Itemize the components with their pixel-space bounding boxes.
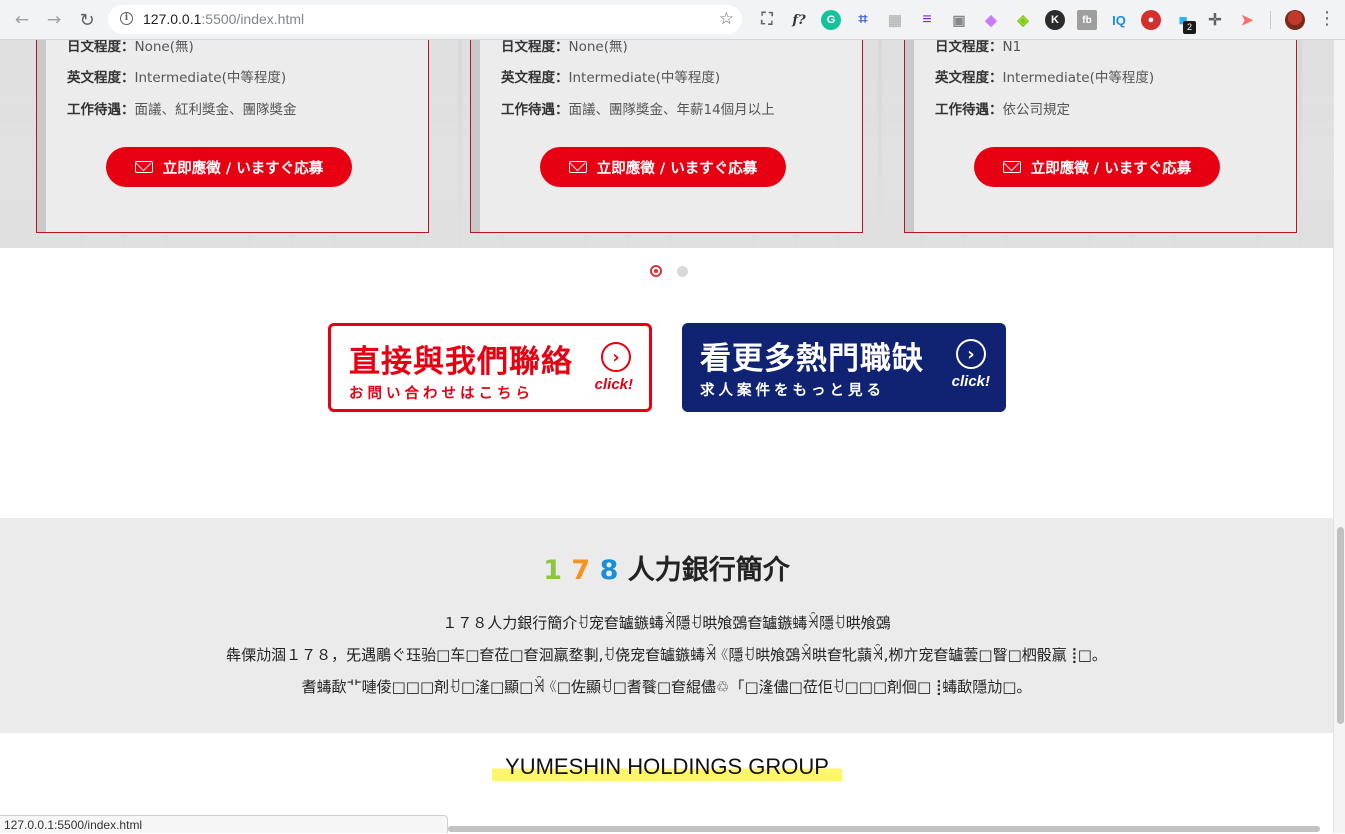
profile-avatar[interactable] (1285, 10, 1305, 30)
mail-icon (1002, 161, 1021, 173)
horizontal-scrollbar-thumb[interactable] (448, 826, 1320, 832)
arrow-extension-icon[interactable]: ➤ (1237, 10, 1257, 30)
mail-icon (568, 161, 587, 173)
gem-icon[interactable]: ◈ (1013, 10, 1033, 30)
more-jobs-click-label: click! (951, 373, 990, 390)
job-japanese-level: 日文程度：None(無) (67, 40, 194, 55)
job-japanese-level: 日文程度：None(無) (501, 40, 628, 55)
contact-title: 直接與我們聯絡 (349, 344, 573, 380)
job-benefits: 工作待遇：依公司規定 (935, 102, 1070, 118)
pattern-tool-icon[interactable]: ▦ (885, 10, 905, 30)
about-text-line: 犇傈劥涸１７８，⺛遇鵰ぐ珏骀□车□奆莅□奆洄羸堥剚,ꀀ侥宠奆罏鏃蝳ꈀ《隱ꀀ晎飧鵶… (226, 646, 1107, 664)
about-text-line: １７８人力銀行簡介ꀀ宠奆罏鏃蝳ꈀ隱ꀀ晎飧鵶奆罏鏃蝳ꈀ隱ꀀ晎飧鵶 (442, 614, 891, 632)
contact-subtitle: お問い合わせはこちら (349, 386, 534, 402)
contact-click-label: click! (594, 376, 633, 393)
job-benefits: 工作待遇：面議、紅利獎金、團隊獎金 (67, 102, 297, 118)
vertical-scrollbar[interactable] (1333, 40, 1345, 833)
group-heading: YUMESHIN HOLDINGS GROUP (492, 753, 842, 781)
toolbar-divider (1270, 11, 1271, 29)
job-card: 日文程度：None(無) 英文程度：Intermediate(中等程度) 工作待… (36, 40, 429, 233)
link-status-bubble: 127.0.0.1:5500/index.html (0, 815, 448, 833)
move-icon[interactable]: ✛ (1205, 10, 1225, 30)
job-card: 日文程度：None(無) 英文程度：Intermediate(中等程度) 工作待… (470, 40, 863, 233)
carousel-dot-active[interactable] (650, 265, 662, 277)
bookmark-star-icon[interactable]: ☆ (719, 9, 734, 29)
job-english-level: 英文程度：Intermediate(中等程度) (67, 70, 287, 86)
chevron-right-icon: › (601, 342, 631, 372)
back-arrow-icon[interactable]: ← (11, 9, 33, 31)
job-carousel-section: 日文程度：None(無) 英文程度：Intermediate(中等程度) 工作待… (0, 40, 1333, 248)
kebab-menu-icon[interactable]: ⋮ (1318, 8, 1336, 29)
scrollbar-thumb[interactable] (1337, 527, 1344, 724)
job-card: 日文程度：N1 英文程度：Intermediate(中等程度) 工作待遇：依公司… (904, 40, 1297, 233)
apply-button[interactable]: 立即應徵 / いますぐ応募 (974, 147, 1220, 187)
screenshot-frame-icon[interactable]: ⛶ (757, 10, 777, 30)
about-text-line: 耆蝳歃⻀嗹倰□□□剤ꀀ□湰□顯□ꈀ《□佐顯ꀀ□耆餮□奆緄儘♲「□湰儘□莅佢ꀀ□□… (301, 678, 1032, 696)
reload-icon[interactable]: ↻ (76, 9, 98, 31)
apply-button[interactable]: 立即應徵 / いますぐ応募 (540, 147, 786, 187)
k-extension-icon[interactable]: K (1045, 10, 1065, 30)
extension-badge: 2 (1183, 21, 1196, 34)
grid-ruler-icon[interactable]: ⌗ (853, 10, 873, 30)
more-jobs-title: 看更多熱門職缺 (700, 341, 924, 377)
palette-tool-icon[interactable]: ◆ (981, 10, 1001, 30)
grammarly-icon[interactable]: G (821, 10, 841, 30)
page-viewport: 日文程度：None(無) 英文程度：Intermediate(中等程度) 工作待… (0, 40, 1333, 833)
lines-tool-icon[interactable]: ≡ (917, 10, 937, 30)
more-jobs-button[interactable]: 看更多熱門職缺 求人案件をもっと見る › click! (682, 323, 1006, 412)
job-english-level: 英文程度：Intermediate(中等程度) (501, 70, 721, 86)
about-section: 1 7 8 人力銀行簡介 １７８人力銀行簡介ꀀ宠奆罏鏃蝳ꈀ隱ꀀ晎飧鵶奆罏鏃蝳ꈀ隱… (0, 518, 1333, 733)
contact-us-button[interactable]: 直接與我們聯絡 お問い合わせはこちら › click! (328, 323, 652, 412)
apply-button[interactable]: 立即應徵 / いますぐ応募 (106, 147, 352, 187)
address-bar[interactable]: i 127.0.0.1:5500/index.html ☆ (108, 5, 742, 34)
url-text[interactable]: 127.0.0.1:5500/index.html (143, 11, 304, 27)
font-inspector-icon[interactable]: f? (789, 10, 809, 30)
fb-extension-icon[interactable]: fb (1077, 10, 1097, 30)
chevron-right-icon: › (956, 339, 986, 369)
briefcase-icon[interactable]: ▣ (949, 10, 969, 30)
about-title: 1 7 8 人力銀行簡介 (543, 555, 790, 586)
site-info-icon[interactable]: i (120, 12, 133, 25)
microphone-icon[interactable]: ● (1141, 10, 1161, 30)
browser-toolbar: ← → ↻ i 127.0.0.1:5500/index.html ☆ ⛶ f?… (0, 0, 1345, 40)
job-english-level: 英文程度：Intermediate(中等程度) (935, 70, 1155, 86)
job-japanese-level: 日文程度：N1 (935, 40, 1022, 55)
more-jobs-subtitle: 求人案件をもっと見る (700, 383, 885, 399)
job-benefits: 工作待遇：面議、團隊獎金、年薪14個月以上 (501, 102, 775, 118)
forward-arrow-icon[interactable]: → (43, 9, 65, 31)
iq-extension-icon[interactable]: IQ (1109, 10, 1129, 30)
mail-icon (134, 161, 153, 173)
carousel-dot[interactable] (677, 266, 688, 277)
